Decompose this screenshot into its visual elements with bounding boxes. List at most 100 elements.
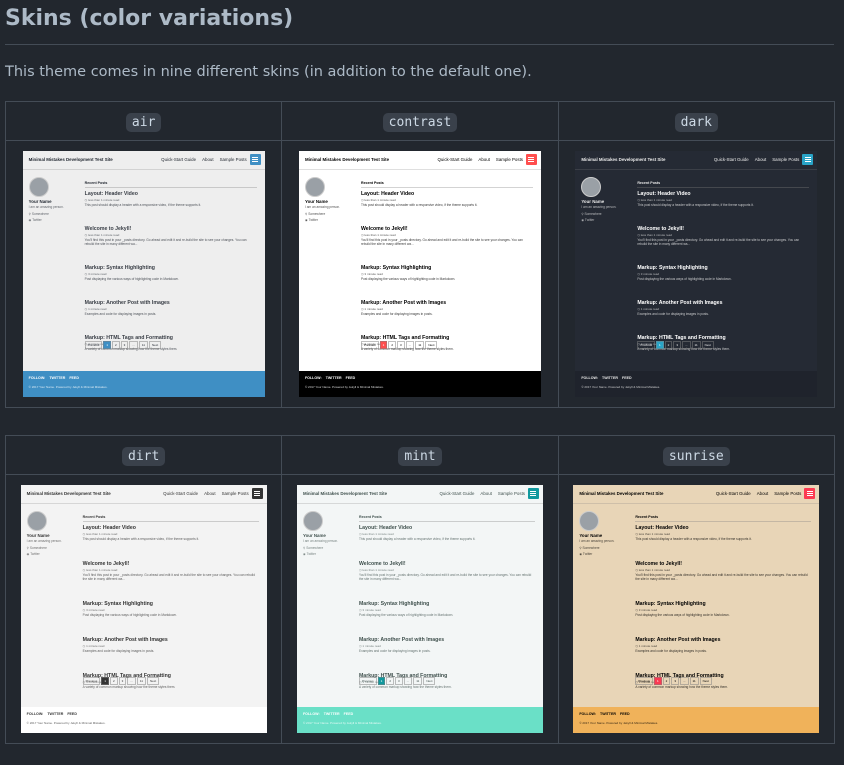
page-footer: FOLLOW: TWITTER FEED © 2017 Your Name. Powe…: [573, 707, 820, 733]
post-item: Layout: Header Video ◷ less than 1 minute…: [637, 191, 809, 207]
post-meta: ◷ less than 1 minute read: [637, 198, 672, 202]
post-title: Welcome to Jekyll!: [635, 561, 682, 567]
nav-link: Quick-Start Guide: [715, 491, 751, 496]
post-item: Markup: Syntax Highlighting ◷ 3 minute re…: [635, 601, 811, 617]
author-name: Your Name: [28, 199, 52, 204]
post-item: Layout: Header Video ◷ less than 1 minute…: [359, 525, 535, 541]
skin-header-cell: dark: [557, 101, 836, 141]
author-links: ⚲ Somewhere ◉ Twitter: [581, 211, 601, 223]
post-item: Markup: Another Post with Images ◷ 1 minu…: [635, 637, 811, 653]
nav-link: Sample Posts: [495, 157, 523, 162]
skin-image-cell: Minimal Mistakes Development Test Site Qu…: [4, 474, 283, 744]
post-title: Layout: Header Video: [360, 191, 415, 197]
pagination-item: 1: [103, 341, 111, 349]
nav-link: Quick-Start Guide: [161, 157, 197, 162]
footer-link: FEED: [345, 376, 356, 380]
skin-name-label: contrast: [382, 112, 458, 132]
author-bio: I am an amazing person.: [304, 205, 341, 209]
footer-link: FOLLOW:: [304, 376, 322, 380]
author-links: ⚲ Somewhere ◉ Twitter: [303, 545, 323, 557]
post-meta: ◷ 3 minute read: [637, 272, 660, 276]
pagination-item: Next: [699, 677, 712, 685]
post-title: Layout: Header Video: [358, 525, 413, 531]
post-meta: ◷ less than 1 minute read: [635, 568, 670, 572]
pagination-item: 11: [136, 677, 146, 685]
post-excerpt: Examples and code for displaying images …: [360, 312, 433, 316]
author-twitter: ◉ Twitter: [581, 218, 595, 222]
page-footer: FOLLOW: TWITTER FEED © 2017 Your Name. Powe…: [298, 371, 541, 397]
site-title: Minimal Mistakes Development Test Site: [579, 491, 664, 496]
post-excerpt: This post should display a header with a…: [360, 203, 478, 207]
pagination-item: 1: [377, 677, 386, 685]
post-title: Markup: Syntax Highlighting: [637, 265, 708, 271]
avatar: [581, 177, 602, 197]
post-meta: ◷ less than 1 minute read: [82, 532, 118, 536]
post-excerpt: A variety of common markup showing how t…: [635, 685, 728, 689]
nav-link: About: [754, 157, 767, 162]
footer-link: TWITTER: [325, 376, 342, 380]
post-title: Markup: Syntax Highlighting: [358, 601, 430, 607]
post-meta: ◷ less than 1 minute read: [635, 532, 670, 536]
author-twitter: ◉ Twitter: [302, 552, 316, 556]
post-meta: ◷ 3 minute read: [360, 272, 383, 276]
post-meta: ◷ less than 1 minute read: [358, 568, 394, 572]
post-title: Welcome to Jekyll!: [360, 226, 408, 232]
masthead-nav: Quick-Start Guide About Sample Posts: [710, 491, 801, 496]
pagination-item: ...: [405, 341, 415, 349]
skin-header-cell: dirt: [4, 435, 283, 475]
post-meta: ◷ less than 1 minute read: [84, 233, 120, 237]
footer-copyright: © 2017 Your Name. Powered by Jekyll & Mi…: [302, 721, 382, 725]
footer-follow-links: FOLLOW: TWITTER FEED: [581, 376, 635, 380]
pagination-item: Next: [423, 677, 436, 685]
pagination: Previous 1 2 3... 11 Next: [84, 341, 162, 349]
nav-link: About: [478, 157, 490, 162]
footer-link: FOLLOW:: [302, 712, 320, 716]
author-bio: I am an amazing person.: [302, 539, 339, 543]
footer-link: FOLLOW:: [28, 376, 46, 380]
post-excerpt: Examples and code for displaying images …: [82, 649, 155, 653]
masthead: Minimal Mistakes Development Test Site Qu…: [573, 485, 820, 504]
pagination-item: ...: [403, 677, 413, 685]
skin-image-cell: Minimal Mistakes Development Test Site Qu…: [281, 474, 559, 744]
author-name: Your Name: [581, 199, 605, 204]
pagination-item: 1: [656, 341, 664, 349]
footer-copyright: © 2017 Your Name. Powered by Jekyll & Mi…: [28, 385, 108, 389]
nav-link: Sample Posts: [221, 491, 249, 496]
nav-link: Sample Posts: [497, 491, 525, 496]
nav-link: Quick-Start Guide: [163, 491, 199, 496]
skin-image-cell: Minimal Mistakes Development Test Site Qu…: [281, 140, 559, 408]
nav-link: Sample Posts: [774, 491, 802, 496]
post-meta: ◷ 3 minute read: [635, 608, 658, 612]
post-title: Markup: Another Post with Images: [635, 637, 721, 643]
menu-toggle-icon: [527, 488, 539, 499]
post-excerpt: Post displaying the various ways of high…: [635, 613, 730, 617]
post-title: Markup: Another Post with Images: [84, 300, 170, 306]
pagination-item: 11: [138, 341, 148, 349]
post-excerpt: You'll find this post in your _posts dir…: [637, 238, 800, 246]
author-twitter: ◉ Twitter: [26, 552, 40, 556]
masthead-nav: Quick-Start Guide About Sample Posts: [434, 491, 525, 496]
footer-link: FEED: [67, 712, 77, 716]
post-meta: ◷ 1 minute read: [358, 644, 381, 648]
author-links: ⚲ Somewhere ◉ Twitter: [579, 545, 599, 557]
pagination-item: Next: [146, 677, 160, 685]
recent-posts-title: Recent Posts: [358, 515, 535, 522]
post-item: Welcome to Jekyll! ◷ less than 1 minute r…: [361, 226, 533, 246]
post-item: Welcome to Jekyll! ◷ less than 1 minute r…: [637, 226, 809, 246]
footer-copyright: © 2017 Your Name. Powered by Jekyll & Mi…: [26, 721, 106, 725]
site-title: Minimal Mistakes Development Test Site: [581, 157, 666, 162]
post-item: Markup: Another Post with Images ◷ 1 minu…: [361, 300, 533, 316]
intro-paragraph: This theme comes in nine different skins…: [5, 64, 532, 80]
post-item: Markup: Syntax Highlighting ◷ 3 minute re…: [637, 265, 809, 281]
post-meta: ◷ 3 minute read: [82, 608, 105, 612]
menu-toggle-icon: [251, 488, 263, 499]
pagination-item: 3: [673, 341, 682, 349]
footer-link: TWITTER: [600, 712, 616, 716]
masthead: Minimal Mistakes Development Test Site Qu…: [296, 485, 543, 504]
post-excerpt: Post displaying the various ways of high…: [358, 613, 454, 617]
skin-name-label: mint: [398, 446, 442, 466]
avatar: [304, 177, 325, 197]
post-title: Markup: Syntax Highlighting: [360, 265, 432, 271]
post-excerpt: A variety of common markup showing how t…: [82, 685, 176, 689]
post-item: Welcome to Jekyll! ◷ less than 1 minute r…: [359, 561, 535, 581]
